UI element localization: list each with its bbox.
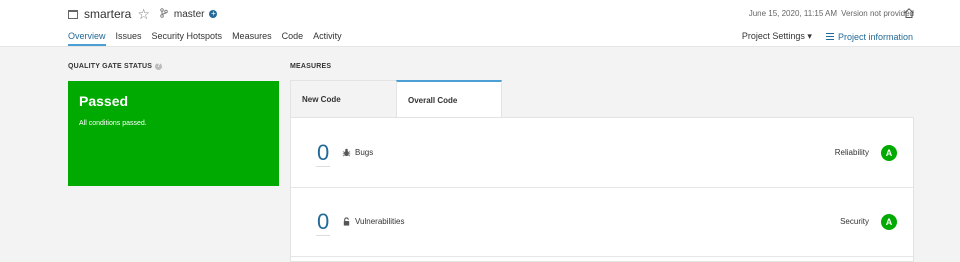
reliability-rating[interactable]: A bbox=[881, 145, 897, 161]
top-bar: smartera ☆ master + June 15, 2020, 11:15… bbox=[0, 0, 960, 47]
tab-issues[interactable]: Issues bbox=[116, 31, 142, 46]
project-name[interactable]: smartera bbox=[84, 7, 131, 21]
star-icon[interactable]: ☆ bbox=[137, 7, 150, 21]
lock-icon bbox=[343, 217, 350, 226]
home-icon[interactable] bbox=[903, 7, 915, 19]
bugs-count[interactable]: 0 bbox=[317, 140, 329, 166]
project-nav: Overview Issues Security Hotspots Measur… bbox=[68, 31, 352, 46]
tab-measures[interactable]: Measures bbox=[232, 31, 272, 46]
project-settings-label: Project Settings bbox=[741, 31, 805, 41]
project-icon bbox=[68, 9, 78, 19]
project-header: smartera ☆ master + bbox=[68, 6, 218, 22]
project-information-link[interactable]: Project information bbox=[825, 31, 913, 42]
analysis-meta: June 15, 2020, 11:15 AM Version not prov… bbox=[749, 9, 914, 18]
reliability-label: Reliability bbox=[834, 148, 869, 157]
quality-gate-title: QUALITY GATE STATUS ? bbox=[68, 63, 163, 70]
measures-panel: 0 Bugs Reliability A 0 Vulnerabilities S… bbox=[290, 117, 914, 262]
vulnerabilities-count-underline bbox=[316, 235, 330, 236]
add-branch-icon[interactable]: + bbox=[209, 10, 218, 18]
tab-security-hotspots[interactable]: Security Hotspots bbox=[152, 31, 223, 46]
analysis-date: June 15, 2020, 11:15 AM bbox=[748, 9, 838, 18]
bugs-label: Bugs bbox=[355, 148, 374, 157]
measure-row-bugs: 0 Bugs Reliability A bbox=[291, 118, 913, 188]
quality-gate-description: All conditions passed. bbox=[79, 120, 147, 127]
measure-row-vulnerabilities: 0 Vulnerabilities Security A bbox=[291, 187, 913, 257]
tab-activity[interactable]: Activity bbox=[313, 31, 342, 46]
measures-tabs: New Code Overall Code bbox=[290, 80, 502, 118]
bug-icon bbox=[342, 148, 351, 157]
caret-down-icon: ▾ bbox=[807, 31, 812, 41]
tab-overview[interactable]: Overview bbox=[68, 31, 106, 46]
tab-overall-code[interactable]: Overall Code bbox=[396, 80, 502, 118]
quality-gate-status-box: Passed All conditions passed. bbox=[68, 81, 279, 186]
vulnerabilities-count[interactable]: 0 bbox=[317, 209, 329, 235]
list-icon bbox=[825, 33, 834, 40]
project-information-label: Project information bbox=[837, 31, 913, 42]
tab-code[interactable]: Code bbox=[282, 31, 304, 46]
measures-title: MEASURES bbox=[290, 63, 332, 70]
security-label: Security bbox=[840, 217, 869, 226]
vulnerabilities-label: Vulnerabilities bbox=[355, 217, 405, 226]
project-settings-menu[interactable]: Project Settings ▾ bbox=[742, 31, 812, 42]
help-icon[interactable]: ? bbox=[155, 63, 163, 70]
branch-icon bbox=[160, 7, 168, 21]
tab-new-code[interactable]: New Code bbox=[290, 80, 396, 117]
quality-gate-status: Passed bbox=[79, 93, 129, 109]
bugs-count-underline bbox=[316, 166, 330, 167]
quality-gate-title-text: QUALITY GATE STATUS bbox=[68, 63, 153, 70]
security-rating[interactable]: A bbox=[881, 214, 897, 230]
nav-right: Project Settings ▾ Project information bbox=[742, 31, 913, 42]
branch-name[interactable]: master bbox=[174, 9, 205, 20]
